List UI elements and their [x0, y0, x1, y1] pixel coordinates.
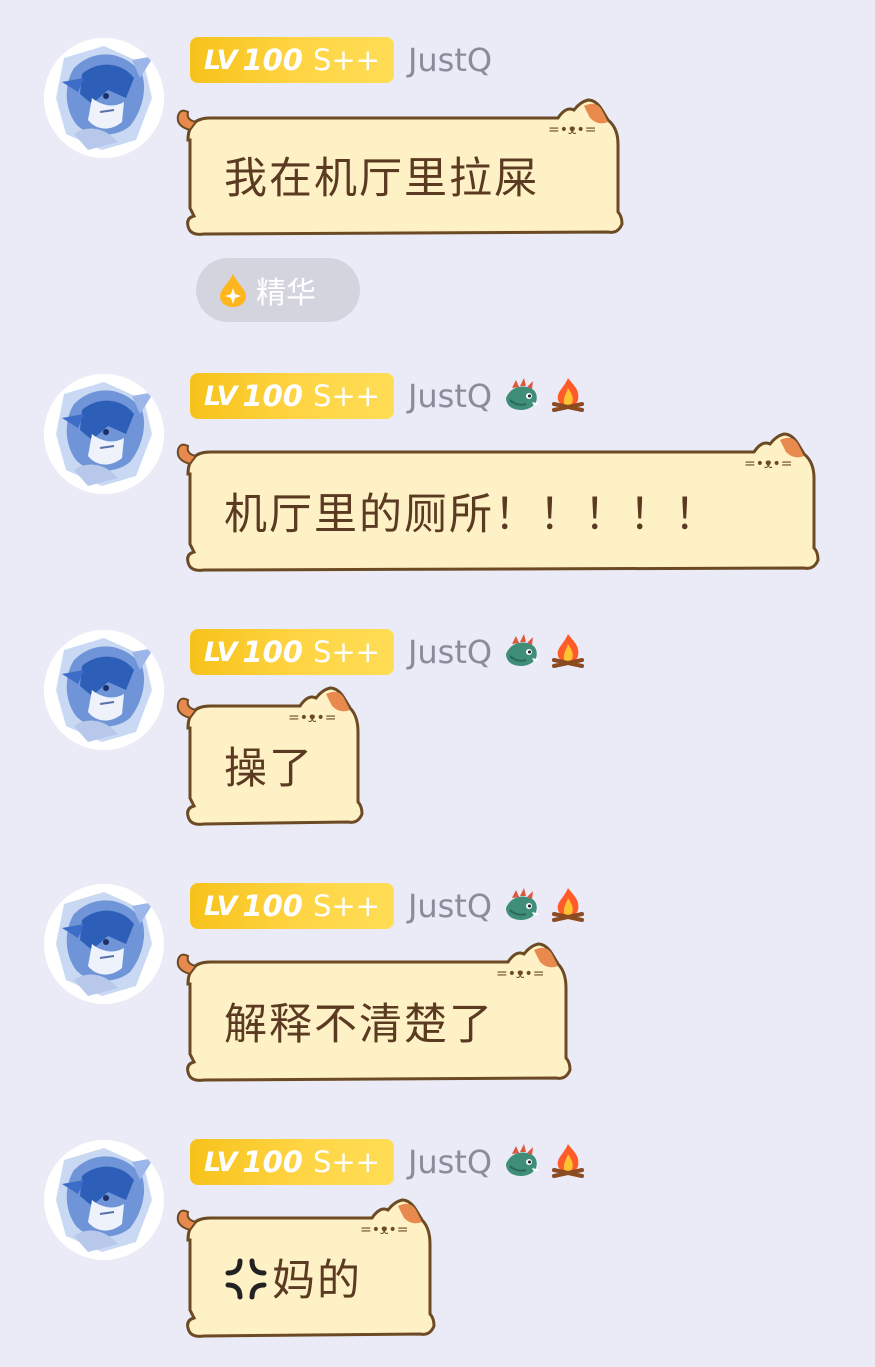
user-avatar[interactable] — [44, 1140, 164, 1260]
chat-message: LV 100 S++ JustQ =•ᴥ•= 妈的 — [0, 1138, 875, 1348]
username[interactable]: JustQ — [408, 1143, 492, 1181]
message-text: 妈的 — [272, 1256, 362, 1306]
svg-text:=•ᴥ•=: =•ᴥ•= — [360, 1222, 408, 1238]
level-number: 100 — [242, 43, 303, 77]
essence-label: 精华 — [256, 276, 316, 311]
dragon-icon — [502, 376, 542, 416]
campfire-icon — [548, 886, 588, 926]
campfire-icon — [548, 632, 588, 672]
svg-text:=•ᴥ•=: =•ᴥ•= — [744, 456, 792, 472]
level-prefix: LV — [204, 636, 237, 668]
level-badge[interactable]: LV 100 S++ — [190, 883, 394, 929]
campfire-icon — [548, 1142, 588, 1182]
message-text-row: 妈的 — [224, 1246, 362, 1308]
svg-text:=•ᴥ•=: =•ᴥ•= — [548, 122, 596, 138]
user-avatar[interactable] — [44, 630, 164, 750]
anger-symbol-icon — [224, 1257, 268, 1301]
message-header: LV 100 S++ JustQ — [190, 36, 492, 84]
username[interactable]: JustQ — [408, 377, 492, 415]
user-avatar[interactable] — [44, 374, 164, 494]
level-badge[interactable]: LV 100 S++ — [190, 629, 394, 675]
message-text: 解释不清楚了 — [224, 1000, 494, 1050]
svg-text:=•ᴥ•=: =•ᴥ•= — [496, 966, 544, 982]
level-grade: S++ — [312, 1145, 380, 1179]
essence-tag[interactable]: 精华 — [196, 258, 360, 322]
chat-message: LV 100 S++ JustQ =•ᴥ•= 解释不清楚了 — [0, 882, 875, 1092]
level-number: 100 — [242, 635, 303, 669]
message-bubble[interactable]: =•ᴥ•= 我在机厅里拉屎 — [176, 98, 628, 242]
level-badge[interactable]: LV 100 S++ — [190, 1139, 394, 1185]
level-grade: S++ — [312, 43, 380, 77]
user-avatar[interactable] — [44, 38, 164, 158]
username[interactable]: JustQ — [408, 633, 492, 671]
message-header: LV 100 S++ JustQ — [190, 628, 588, 676]
level-prefix: LV — [204, 890, 237, 922]
level-prefix: LV — [204, 380, 237, 412]
username[interactable]: JustQ — [408, 41, 492, 79]
message-bubble[interactable]: =•ᴥ•= 机厅里的厕所！！！！！ — [176, 432, 824, 578]
level-prefix: LV — [204, 44, 237, 76]
chat-message: LV 100 S++ JustQ =•ᴥ•= 我在机厅里拉屎 精华 — [0, 36, 875, 336]
chat-message: LV 100 S++ JustQ =•ᴥ•= 机厅里的厕所！！！！！ — [0, 372, 875, 582]
username[interactable]: JustQ — [408, 887, 492, 925]
level-number: 100 — [242, 1145, 303, 1179]
essence-drop-icon — [220, 274, 246, 307]
message-text: 我在机厅里拉屎 — [224, 154, 539, 204]
level-badge[interactable]: LV 100 S++ — [190, 373, 394, 419]
message-header: LV 100 S++ JustQ — [190, 882, 588, 930]
dragon-icon — [502, 886, 542, 926]
level-badge[interactable]: LV 100 S++ — [190, 37, 394, 83]
level-grade: S++ — [312, 889, 380, 923]
level-grade: S++ — [312, 635, 380, 669]
level-number: 100 — [242, 889, 303, 923]
message-bubble[interactable]: =•ᴥ•= 操了 — [176, 686, 370, 832]
message-bubble[interactable]: =•ᴥ•= 妈的 — [176, 1198, 442, 1344]
svg-text:=•ᴥ•=: =•ᴥ•= — [288, 710, 336, 726]
user-avatar[interactable] — [44, 884, 164, 1004]
level-grade: S++ — [312, 379, 380, 413]
message-header: LV 100 S++ JustQ — [190, 1138, 588, 1186]
level-number: 100 — [242, 379, 303, 413]
campfire-icon — [548, 376, 588, 416]
message-header: LV 100 S++ JustQ — [190, 372, 588, 420]
message-text: 机厅里的厕所！！！！！ — [224, 490, 719, 540]
message-bubble[interactable]: =•ᴥ•= 解释不清楚了 — [176, 942, 578, 1088]
message-text: 操了 — [224, 744, 314, 794]
chat-message: LV 100 S++ JustQ =•ᴥ•= 操了 — [0, 628, 875, 838]
dragon-icon — [502, 632, 542, 672]
dragon-icon — [502, 1142, 542, 1182]
level-prefix: LV — [204, 1146, 237, 1178]
